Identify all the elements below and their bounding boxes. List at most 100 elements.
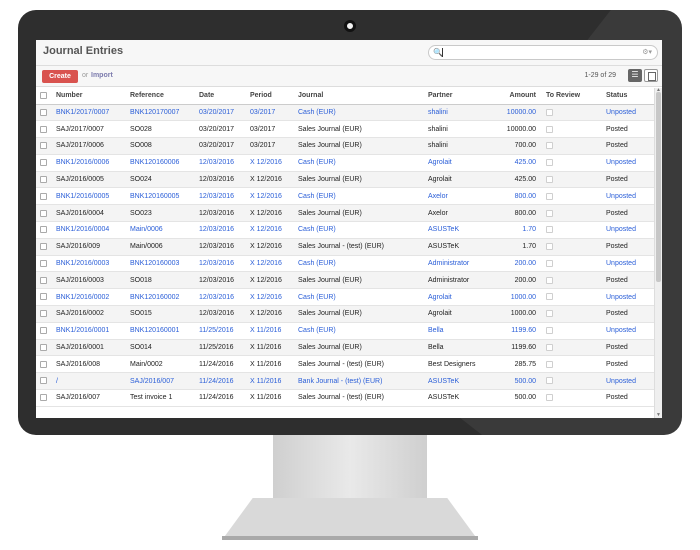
select-all-checkbox[interactable] [36, 87, 52, 105]
to-review-checkbox[interactable] [542, 339, 602, 357]
row-checkbox[interactable] [36, 154, 52, 172]
table-row[interactable]: SAJ/2016/008 Main/0002 11/24/2016 X 11/2016… [36, 355, 654, 374]
to-review-checkbox[interactable] [542, 221, 602, 239]
table-row[interactable]: SAJ/2016/0003 SO018 12/03/2016 X 12/2016 Sal… [36, 271, 654, 290]
row-checkbox[interactable] [36, 104, 52, 122]
to-review-checkbox[interactable] [542, 204, 602, 223]
to-review-checkbox[interactable] [542, 355, 602, 374]
cell-reference: BNK120160006 [126, 154, 195, 172]
cell-date: 11/24/2016 [195, 372, 246, 391]
table-row[interactable]: BNK1/2016/0003 BNK120160003 12/03/2016 X 12… [36, 255, 654, 273]
row-checkbox[interactable] [36, 221, 52, 239]
table-row[interactable]: BNK1/2016/0004 Main/0006 12/03/2016 X 12/20… [36, 221, 654, 239]
cell-date: 12/03/2016 [195, 255, 246, 273]
row-checkbox[interactable] [36, 389, 52, 407]
form-view-icon[interactable] [644, 69, 658, 82]
to-review-checkbox[interactable] [542, 389, 602, 407]
to-review-checkbox[interactable] [542, 372, 602, 391]
table-row[interactable]: BNK1/2016/0002 BNK120160002 12/03/2016 X 12… [36, 288, 654, 307]
import-link[interactable]: Import [91, 72, 113, 79]
cell-partner: ASUSTeK [424, 221, 492, 239]
row-checkbox[interactable] [36, 187, 52, 206]
cell-amount: 285.75 [492, 355, 542, 374]
row-checkbox[interactable] [36, 288, 52, 307]
list-view-icon[interactable]: ☰ [628, 69, 642, 82]
row-checkbox[interactable] [36, 137, 52, 155]
column-header-journal[interactable]: Journal [294, 87, 424, 105]
scrollbar-thumb[interactable] [656, 92, 661, 282]
to-review-checkbox[interactable] [542, 104, 602, 122]
scroll-down-icon[interactable]: ▼ [656, 412, 661, 418]
column-header-status[interactable]: Status [602, 87, 654, 105]
row-checkbox[interactable] [36, 238, 52, 256]
table-row[interactable]: SAJ/2016/0005 SO024 12/03/2016 X 12/2016 Sal… [36, 171, 654, 189]
table-row[interactable]: / SAJ/2016/007 11/24/2016 X 11/2016 Bank Jou… [36, 372, 654, 391]
column-header-partner[interactable]: Partner [424, 87, 492, 105]
row-checkbox[interactable] [36, 372, 52, 391]
cell-journal: Cash (EUR) [294, 288, 424, 307]
to-review-checkbox[interactable] [542, 288, 602, 307]
search-options-icon[interactable]: ⚙▾ [642, 48, 652, 56]
column-header-period[interactable]: Period [246, 87, 294, 105]
cell-number: SAJ/2016/0004 [52, 204, 126, 223]
create-button[interactable]: Create [42, 70, 78, 83]
to-review-checkbox[interactable] [542, 322, 602, 340]
webcam-icon [344, 20, 356, 32]
table-row[interactable]: BNK1/2017/0007 BNK120170007 03/20/2017 03/2… [36, 104, 654, 122]
cell-partner: ASUSTeK [424, 372, 492, 391]
row-checkbox[interactable] [36, 204, 52, 223]
to-review-checkbox[interactable] [542, 271, 602, 290]
to-review-checkbox[interactable] [542, 137, 602, 155]
column-header-number[interactable]: Number [52, 87, 126, 105]
cell-partner: shalini [424, 120, 492, 139]
pager-label[interactable]: 1-29 of 29 [584, 72, 616, 79]
column-header-date[interactable]: Date [195, 87, 246, 105]
cell-journal: Sales Journal (EUR) [294, 120, 424, 139]
table-row[interactable]: BNK1/2016/0005 BNK120160005 12/03/2016 X 12… [36, 187, 654, 206]
cell-amount: 10000.00 [492, 104, 542, 122]
table-row[interactable]: SAJ/2017/0006 SO008 03/20/2017 03/2017 Sales… [36, 137, 654, 155]
to-review-checkbox[interactable] [542, 187, 602, 206]
column-header-reference[interactable]: Reference [126, 87, 195, 105]
cell-partner: shalini [424, 104, 492, 122]
cell-amount: 800.00 [492, 204, 542, 223]
cell-date: 12/03/2016 [195, 221, 246, 239]
column-header-to-review[interactable]: To Review [542, 87, 602, 105]
cell-partner: Best Designers [424, 355, 492, 374]
table-row[interactable]: SAJ/2016/007 Test invoice 1 11/24/2016 X 11… [36, 389, 654, 407]
to-review-checkbox[interactable] [542, 255, 602, 273]
header-bar: Journal Entries 🔍 ⚙▾ [36, 40, 662, 66]
row-checkbox[interactable] [36, 339, 52, 357]
row-checkbox[interactable] [36, 322, 52, 340]
to-review-checkbox[interactable] [542, 154, 602, 172]
vertical-scrollbar[interactable]: ▲ ▼ [654, 87, 662, 418]
table-row[interactable]: SAJ/2016/0004 SO023 12/03/2016 X 12/2016 Sal… [36, 204, 654, 223]
cell-date: 12/03/2016 [195, 288, 246, 307]
table-row[interactable]: BNK1/2016/0001 BNK120160001 11/25/2016 X 11… [36, 322, 654, 340]
to-review-checkbox[interactable] [542, 238, 602, 256]
cell-status: Unposted [602, 104, 654, 122]
table-row[interactable]: BNK1/2016/0006 BNK120160006 12/03/2016 X 12… [36, 154, 654, 172]
row-checkbox[interactable] [36, 255, 52, 273]
table-row[interactable]: SAJ/2017/0007 SO028 03/20/2017 03/2017 Sales… [36, 120, 654, 139]
row-checkbox[interactable] [36, 355, 52, 374]
cell-period: X 12/2016 [246, 305, 294, 323]
table-row[interactable]: SAJ/2016/009 Main/0006 12/03/2016 X 12/2016… [36, 238, 654, 256]
cell-date: 12/03/2016 [195, 187, 246, 206]
cell-date: 12/03/2016 [195, 171, 246, 189]
search-input[interactable]: 🔍 ⚙▾ [428, 45, 658, 60]
column-header-amount[interactable]: Amount [492, 87, 542, 105]
table-row[interactable]: SAJ/2016/0002 SO015 12/03/2016 X 12/2016 Sal… [36, 305, 654, 323]
row-checkbox[interactable] [36, 305, 52, 323]
cell-number: SAJ/2016/007 [52, 389, 126, 407]
row-checkbox[interactable] [36, 120, 52, 139]
cell-partner: Administrator [424, 271, 492, 290]
to-review-checkbox[interactable] [542, 120, 602, 139]
cell-reference: BNK120160003 [126, 255, 195, 273]
to-review-checkbox[interactable] [542, 171, 602, 189]
row-checkbox[interactable] [36, 271, 52, 290]
row-checkbox[interactable] [36, 171, 52, 189]
cell-date: 11/25/2016 [195, 322, 246, 340]
table-row[interactable]: SAJ/2016/0001 SO014 11/25/2016 X 11/2016 Sal… [36, 339, 654, 357]
to-review-checkbox[interactable] [542, 305, 602, 323]
